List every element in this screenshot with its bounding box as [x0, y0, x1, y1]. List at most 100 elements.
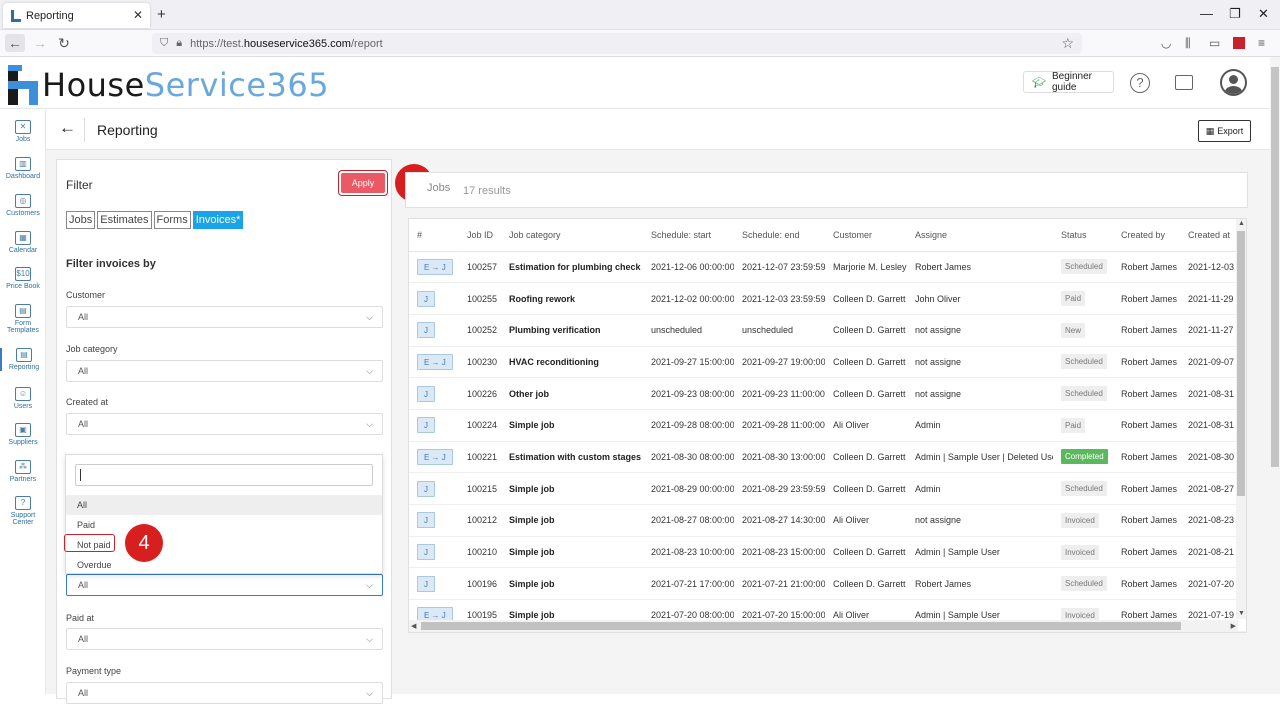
back-arrow-icon[interactable]: ←	[59, 118, 76, 138]
sidebar-toggle-icon[interactable]: ▭	[1209, 36, 1220, 50]
table-horizontal-scrollbar[interactable]: ◀ ▶	[409, 620, 1238, 632]
column-header[interactable]: Created by	[1113, 219, 1180, 252]
job-type-badge[interactable]: J	[417, 480, 435, 497]
cell-assignee: not assigne	[907, 346, 1053, 379]
new-tab-icon[interactable]: +	[157, 6, 166, 23]
houseservice365-logo[interactable]: HouseService365	[8, 63, 329, 105]
bookmark-star-icon[interactable]: ☆	[1061, 35, 1074, 52]
close-tab-icon[interactable]: ✕	[133, 8, 143, 22]
table-row[interactable]: E → J 100257 Estimation for plumbing check…	[409, 251, 1246, 284]
column-header[interactable]: Customer	[825, 219, 907, 252]
table-row[interactable]: J 100215 Simple job 2021-08-29 00:00:00 2021…	[409, 472, 1246, 505]
table-row[interactable]: J 100252 Plumbing verification unscheduled u…	[409, 314, 1246, 347]
status-select[interactable]: All ⌵	[66, 574, 383, 596]
option-overdue[interactable]: Overdue	[66, 555, 382, 575]
job-type-badge[interactable]: J	[417, 322, 435, 339]
cell-status: Invoiced	[1053, 536, 1113, 569]
sidebar-item-customers[interactable]: ◎ Customers	[0, 194, 46, 217]
help-icon[interactable]: ?	[1130, 73, 1150, 93]
extension-icon[interactable]	[1233, 37, 1245, 49]
job-category-select[interactable]: All ⌵	[66, 360, 383, 382]
tab-forms[interactable]: Forms	[153, 211, 191, 229]
job-type-badge[interactable]: J	[417, 290, 435, 307]
pocket-icon[interactable]: ◡	[1161, 36, 1171, 50]
user-avatar-icon[interactable]	[1220, 69, 1247, 96]
beginner-guide-button[interactable]: 🎓︎ Beginner guide	[1023, 71, 1114, 93]
created-at-select[interactable]: All ⌵	[66, 413, 383, 435]
job-type-badge[interactable]: J	[417, 544, 435, 561]
sidebar-item-users[interactable]: ☺ Users	[0, 387, 46, 410]
status-badge: Paid	[1061, 417, 1086, 433]
dropdown-search-input[interactable]	[75, 464, 373, 486]
job-type-badge[interactable]: E → J	[417, 258, 453, 275]
minimize-icon[interactable]: —	[1200, 6, 1213, 21]
tab-title: Reporting	[26, 9, 74, 22]
apply-button[interactable]: Apply	[341, 173, 385, 193]
sidebar-item-reporting[interactable]: ▤ Reporting	[0, 348, 46, 371]
reload-icon[interactable]: ↻	[54, 34, 74, 52]
sidebar-item-form-templates[interactable]: ▤ Form Templates	[0, 304, 46, 334]
sidebar-item-jobs[interactable]: ✕ Jobs	[0, 120, 46, 143]
close-window-icon[interactable]: ✕	[1258, 6, 1269, 22]
option-paid[interactable]: Paid	[66, 515, 382, 535]
column-header[interactable]: Job ID	[459, 219, 501, 252]
page-scrollbar[interactable]	[1270, 57, 1280, 694]
job-type-badge[interactable]: J	[417, 385, 435, 402]
job-type-badge[interactable]: J	[417, 417, 435, 434]
table-row[interactable]: J 100196 Simple job 2021-07-21 17:00:00 2021…	[409, 567, 1246, 601]
column-header[interactable]: Job category	[501, 219, 643, 252]
cell-id: 100252	[459, 314, 501, 347]
sidebar-item-support-center[interactable]: ? Support Center	[0, 496, 46, 526]
tab-estimates[interactable]: Estimates	[97, 211, 152, 229]
cell-type: J	[409, 282, 459, 315]
job-type-badge[interactable]: J	[417, 512, 435, 529]
cell-category: Estimation for plumbing check up	[501, 251, 643, 284]
browser-tab[interactable]: Reporting ✕	[3, 3, 150, 28]
cell-status: Invoiced	[1053, 504, 1113, 537]
forward-arrow-icon[interactable]: →	[30, 34, 50, 52]
table-row[interactable]: E → J 100221 Estimation with custom stages…	[409, 441, 1246, 474]
column-header[interactable]: #	[409, 219, 459, 252]
job-type-badge[interactable]: J	[417, 575, 435, 592]
job-type-badge[interactable]: E → J	[417, 448, 453, 465]
back-arrow-icon[interactable]: ←	[5, 34, 25, 52]
column-header[interactable]: Assigne	[907, 219, 1053, 252]
cell-status: Paid	[1053, 409, 1113, 442]
customer-select[interactable]: All ⌵	[66, 306, 383, 328]
restore-icon[interactable]: ❐	[1229, 6, 1241, 22]
column-header[interactable]: Schedule: start	[643, 219, 734, 252]
table-header-row: # Job ID Job category Schedule: start Schedu…	[409, 219, 1246, 252]
sidebar-item-price-book[interactable]: $10 Price Book	[0, 267, 46, 290]
table-row[interactable]: J 100224 Simple job 2021-09-28 08:00:00 2021…	[409, 409, 1246, 442]
table-row[interactable]: J 100210 Simple job 2021-08-23 10:00:00 2021…	[409, 536, 1246, 569]
library-icon[interactable]: ⫼	[1185, 36, 1191, 51]
table-row[interactable]: J 100212 Simple job 2021-08-27 08:00:00 2021…	[409, 504, 1246, 537]
table-row[interactable]: J 100226 Other job 2021-09-23 08:00:00 2021-…	[409, 377, 1246, 410]
sidebar-item-calendar[interactable]: ▦ Calendar	[0, 231, 46, 254]
table-row[interactable]: E → J 100230 HVAC reconditioning 2021-09-27…	[409, 346, 1246, 379]
export-button[interactable]: ▦ Export	[1198, 120, 1251, 142]
table-row[interactable]: J 100255 Roofing rework 2021-12-02 00:00:00…	[409, 282, 1246, 315]
graduation-cap-icon: 🎓︎	[1032, 76, 1046, 89]
column-header[interactable]: Schedule: end	[734, 219, 825, 252]
paid-at-select[interactable]: All ⌵	[66, 628, 383, 650]
sidebar-item-partners[interactable]: ⁂ Partners	[0, 460, 46, 483]
option-all[interactable]: All	[66, 495, 382, 515]
url-bar[interactable]: ⛉ 🔒︎ https://test. houseservice365.com/re…	[152, 33, 1082, 54]
sidebar-item-label: Jobs	[15, 136, 31, 143]
cell-status: Scheduled	[1053, 251, 1113, 284]
folder-icon[interactable]	[1175, 75, 1193, 90]
price-tag-icon: $10	[15, 267, 31, 281]
cell-customer: Colleen D. Garrett	[825, 314, 907, 347]
payment-type-select[interactable]: All ⌵	[66, 682, 383, 704]
column-header[interactable]: Status	[1053, 219, 1113, 252]
table-vertical-scrollbar[interactable]: ▲ ▼	[1236, 219, 1246, 619]
tab-jobs[interactable]: Jobs	[66, 211, 96, 229]
sidebar-item-dashboard[interactable]: ▥ Dashboard	[0, 157, 46, 180]
status-badge: New	[1061, 322, 1086, 338]
job-type-badge[interactable]: E → J	[417, 353, 453, 370]
tab-invoices[interactable]: Invoices*	[192, 211, 244, 229]
cell-customer: Ali Oliver	[825, 504, 907, 537]
sidebar-item-suppliers[interactable]: ▣ Suppliers	[0, 423, 46, 446]
menu-icon[interactable]: ≡	[1258, 36, 1265, 50]
